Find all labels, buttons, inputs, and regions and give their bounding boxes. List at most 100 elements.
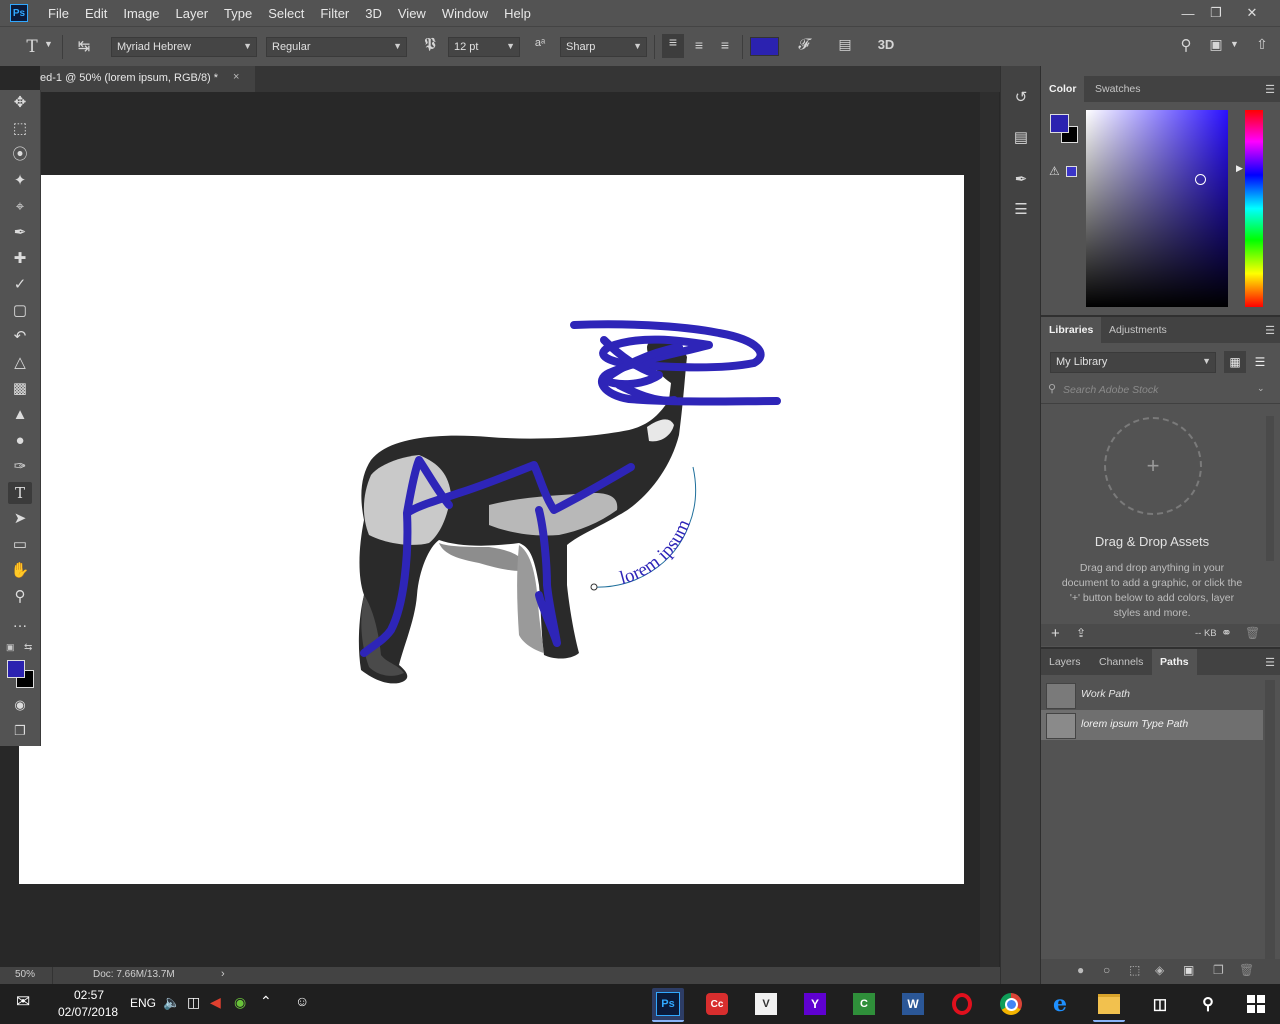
type-tool-icon[interactable]: T <box>8 482 32 504</box>
add-asset-icon[interactable]: + <box>1104 417 1202 515</box>
share-icon[interactable]: ⇧ <box>1252 36 1272 53</box>
toggle-text-orientation-icon[interactable]: ↹ <box>72 37 96 55</box>
color-panel-foreground-swatch[interactable] <box>1050 114 1069 133</box>
taskbar-app-edge[interactable]: e <box>1044 988 1076 1020</box>
tray-app-icon[interactable]: ◉ <box>234 994 246 1011</box>
antialias-select[interactable]: Sharp ▼ <box>560 37 647 57</box>
chevron-down-icon[interactable]: ▼ <box>44 39 53 49</box>
document-tab[interactable]: ed-1 @ 50% (lorem ipsum, RGB/8) * × <box>40 66 255 92</box>
gradient-tool-icon[interactable]: ▩ <box>8 378 32 400</box>
taskbar-app-creative-cloud[interactable]: Cc <box>701 988 733 1020</box>
hand-tool-icon[interactable]: ✋ <box>8 560 32 582</box>
warp-text-icon[interactable]: 𝓕 <box>794 36 814 53</box>
move-tool-icon[interactable]: ✥ <box>8 92 32 114</box>
gamut-warning-icon[interactable]: ⚠ <box>1049 164 1060 178</box>
eyedropper-tool-icon[interactable]: ✒ <box>8 222 32 244</box>
chevron-down-icon[interactable]: ▼ <box>1230 39 1239 49</box>
history-panel-icon[interactable]: ↺ <box>1011 88 1031 106</box>
clock-time[interactable]: 02:57 <box>74 988 104 1002</box>
rectangle-tool-icon[interactable]: ▭ <box>8 534 32 556</box>
web-safe-swatch[interactable] <box>1066 166 1077 177</box>
photoshop-logo-icon[interactable]: Ps <box>10 4 28 22</box>
tab-channels[interactable]: Channels <box>1091 649 1151 675</box>
menu-image[interactable]: Image <box>115 6 167 21</box>
align-right-icon[interactable]: ≡ <box>714 37 736 53</box>
lasso-tool-icon[interactable]: ⦿ <box>8 144 32 166</box>
panel-menu-icon[interactable]: ☰ <box>1265 324 1275 337</box>
menu-file[interactable]: File <box>40 6 77 21</box>
dodge-tool-icon[interactable]: ● <box>8 430 32 452</box>
start-button[interactable] <box>1240 988 1272 1020</box>
library-select[interactable]: My Library ▼ <box>1050 352 1216 373</box>
list-view-icon[interactable]: ☰ <box>1249 351 1271 373</box>
paths-scrollbar[interactable] <box>1265 680 1275 960</box>
brush-panel-icon[interactable]: ✒ <box>1011 170 1031 188</box>
canvas-vertical-scrollbar[interactable] <box>980 92 999 967</box>
zoom-tool-icon[interactable]: ⚲ <box>8 586 32 608</box>
menu-window[interactable]: Window <box>434 6 496 21</box>
align-left-icon[interactable]: ≡ <box>662 34 684 58</box>
creative-cloud-icon[interactable]: ⚭ <box>1221 625 1232 641</box>
color-field[interactable] <box>1086 110 1228 307</box>
tab-libraries[interactable]: Libraries <box>1041 317 1102 343</box>
taskbar-app-opera[interactable] <box>946 988 978 1020</box>
marquee-tool-icon[interactable]: ⬚ <box>8 118 32 140</box>
taskbar-app-photoshop[interactable]: Ps <box>652 988 684 1022</box>
menu-filter[interactable]: Filter <box>312 6 357 21</box>
task-view-icon[interactable]: ◫ <box>1144 988 1176 1020</box>
taskbar-app-chrome[interactable] <box>995 988 1027 1020</box>
path-row[interactable]: Work Path <box>1041 680 1263 710</box>
healing-brush-tool-icon[interactable]: ✚ <box>8 248 32 270</box>
tab-layers[interactable]: Layers <box>1041 649 1089 675</box>
hue-slider-handle[interactable]: ▶ <box>1236 163 1243 174</box>
add-icon[interactable]: + <box>1051 625 1060 642</box>
tab-adjustments[interactable]: Adjustments <box>1101 317 1175 343</box>
history-brush-tool-icon[interactable]: ↶ <box>8 326 32 348</box>
document-canvas[interactable]: lorem ipsum <box>19 175 964 884</box>
eraser-tool-icon[interactable]: △ <box>8 352 32 374</box>
default-colors-icon[interactable]: ▣ <box>6 642 15 653</box>
stroke-path-icon[interactable]: ○ <box>1103 963 1110 977</box>
align-center-icon[interactable]: ≡ <box>688 37 710 53</box>
trash-icon[interactable]: 🗑 <box>1239 963 1254 977</box>
screen-mode-icon[interactable]: ❐ <box>8 720 32 742</box>
stock-search-input[interactable]: Search Adobe Stock <box>1063 384 1158 396</box>
tab-swatches[interactable]: Swatches <box>1087 76 1149 102</box>
notifications-icon[interactable]: ✉ <box>16 992 38 1014</box>
taskbar-app-yahoo[interactable]: Y <box>799 988 831 1020</box>
menu-select[interactable]: Select <box>260 6 312 21</box>
trash-icon[interactable]: 🗑 <box>1245 626 1260 640</box>
brush-tool-icon[interactable]: ✓ <box>8 274 32 296</box>
panel-menu-icon[interactable]: ☰ <box>1265 83 1275 96</box>
menu-3d[interactable]: 3D <box>357 6 390 21</box>
adjustments-panel-icon[interactable]: ☰ <box>1011 200 1031 218</box>
menu-edit[interactable]: Edit <box>77 6 115 21</box>
speaker-icon[interactable]: ◀ <box>210 994 221 1011</box>
character-panel-icon[interactable]: ▤ <box>835 36 855 53</box>
volume-icon[interactable]: 🔈 <box>163 994 180 1011</box>
crop-tool-icon[interactable]: ⌖ <box>8 196 32 218</box>
menu-layer[interactable]: Layer <box>168 6 217 21</box>
search-icon[interactable]: ⚲ <box>1176 36 1196 54</box>
network-icon[interactable]: ◫ <box>187 994 200 1011</box>
grid-view-icon[interactable]: ▦ <box>1224 351 1246 373</box>
path-row[interactable]: lorem ipsum Type Path <box>1041 710 1263 740</box>
path-selection-tool-icon[interactable]: ➤ <box>8 508 32 530</box>
font-style-select[interactable]: Regular ▼ <box>266 37 407 57</box>
workspace-icon[interactable]: ▣ <box>1206 36 1226 53</box>
fill-path-icon[interactable]: ● <box>1077 963 1084 977</box>
magic-wand-tool-icon[interactable]: ✦ <box>8 170 32 192</box>
chevron-up-icon[interactable]: ⌃ <box>260 993 272 1010</box>
taskbar-app-word[interactable]: W <box>897 988 929 1020</box>
type-tool-preset-icon[interactable]: T <box>20 37 44 57</box>
load-selection-icon[interactable]: ⬚ <box>1129 963 1140 977</box>
tab-color[interactable]: Color <box>1041 76 1085 102</box>
close-icon[interactable]: ✕ <box>1237 0 1267 26</box>
menu-help[interactable]: Help <box>496 6 539 21</box>
panel-menu-icon[interactable]: ☰ <box>1265 656 1275 669</box>
close-tab-icon[interactable]: × <box>233 71 239 83</box>
clock-date[interactable]: 02/07/2018 <box>58 1005 118 1019</box>
add-mask-icon[interactable]: ▣ <box>1183 963 1194 977</box>
clone-stamp-tool-icon[interactable]: ▢ <box>8 300 32 322</box>
libraries-scrollbar[interactable] <box>1266 416 1274 561</box>
